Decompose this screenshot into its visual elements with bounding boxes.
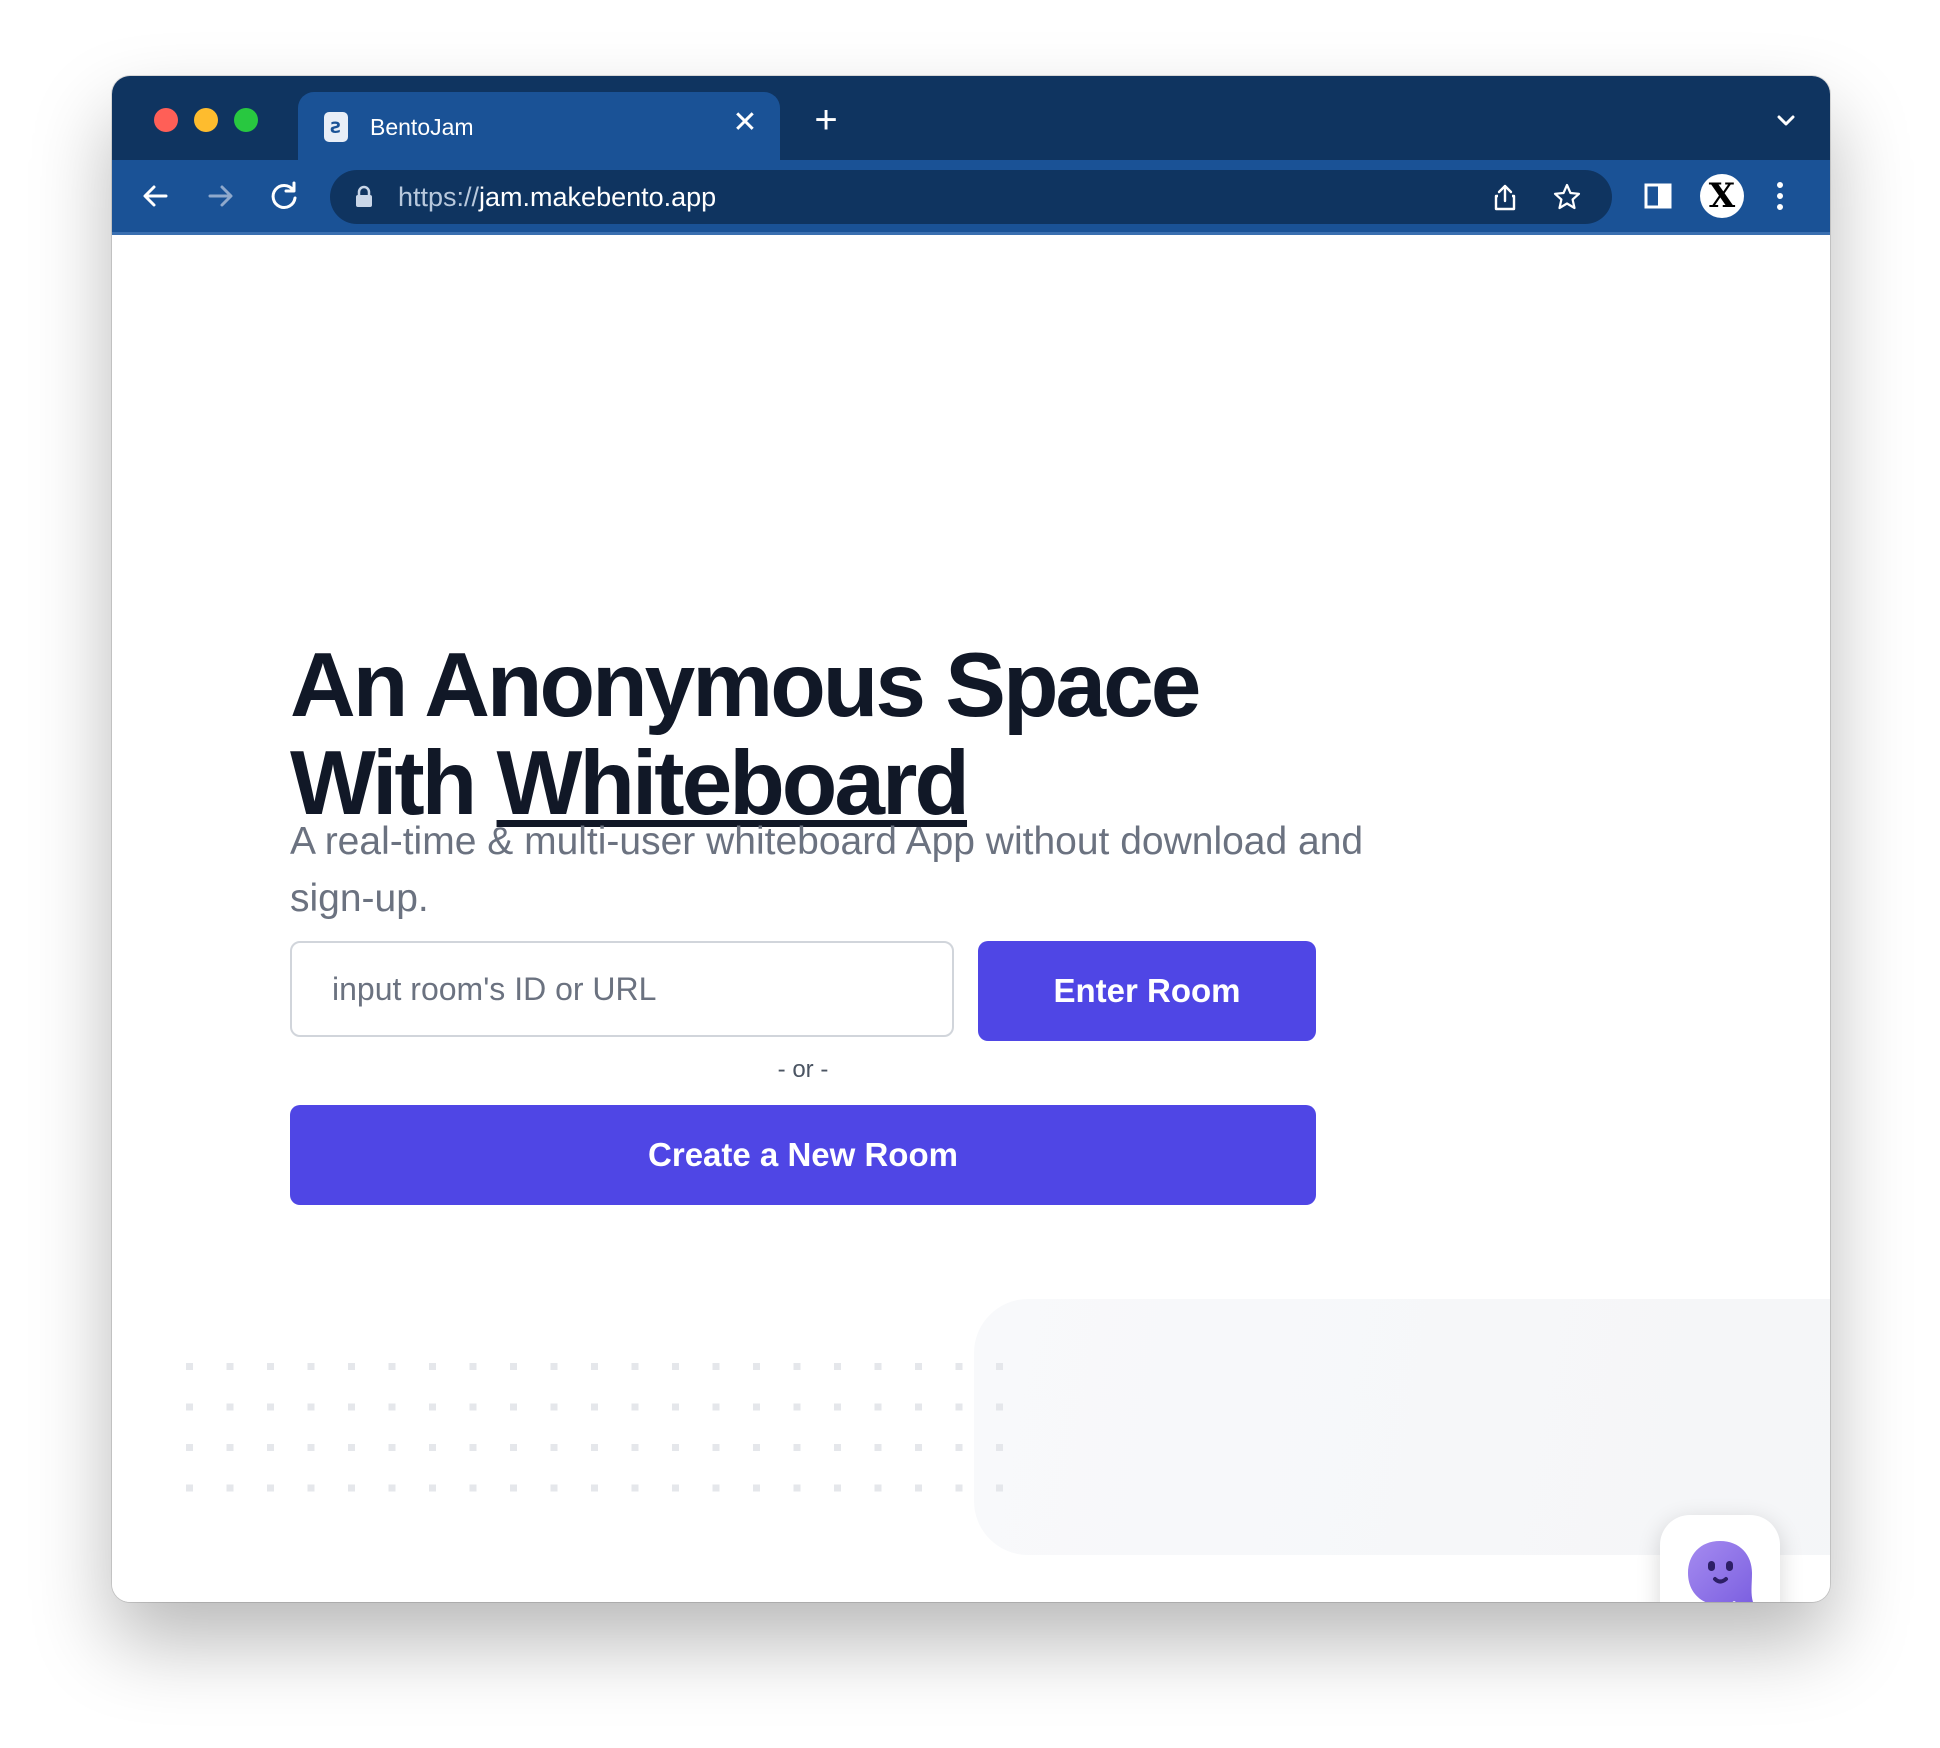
browser-tab-active[interactable]: Ƨ BentoJam ✕	[298, 92, 780, 160]
tab-title: BentoJam	[370, 114, 474, 140]
room-id-input[interactable]	[290, 941, 954, 1037]
or-separator: - or -	[777, 1056, 829, 1083]
new-tab-button[interactable]: +	[806, 100, 846, 140]
close-window-button[interactable]	[154, 108, 178, 132]
hero-subtitle: A real-time & multi-user whiteboard App …	[290, 820, 1364, 920]
hero-title: An Anonymous Space With Whiteboard	[290, 637, 1390, 833]
share-icon[interactable]	[1490, 182, 1520, 212]
minimize-window-button[interactable]	[194, 108, 218, 132]
create-room-button[interactable]: Create a New Room	[290, 1105, 1316, 1205]
chevron-down-icon[interactable]	[1772, 106, 1800, 134]
chat-launcher-button[interactable]	[1660, 1515, 1780, 1602]
reload-icon[interactable]	[266, 178, 302, 214]
dot-grid-decoration	[186, 1363, 1006, 1523]
kebab-menu-icon[interactable]	[1772, 178, 1788, 214]
browser-window: Ƨ BentoJam ✕ + https://jam.makebento.app	[112, 76, 1830, 1602]
enter-room-button[interactable]: Enter Room	[978, 941, 1316, 1041]
profile-avatar[interactable]: X	[1700, 174, 1744, 218]
side-panel-icon[interactable]	[1642, 180, 1674, 212]
url-scheme: https://	[398, 182, 480, 212]
star-icon[interactable]	[1552, 182, 1582, 212]
tab-strip: Ƨ BentoJam ✕ +	[112, 76, 1830, 160]
page-content: An Anonymous Space With Whiteboard A rea…	[112, 235, 1830, 1602]
lock-icon[interactable]	[354, 185, 374, 209]
close-tab-icon[interactable]: ✕	[730, 108, 760, 138]
bentojam-favicon-icon: Ƨ	[324, 112, 348, 142]
browser-toolbar: https://jam.makebento.app X	[112, 160, 1830, 235]
url-text[interactable]: https://jam.makebento.app	[398, 182, 716, 212]
hero-title-line-1: An Anonymous Space	[290, 635, 1201, 736]
arrow-left-icon[interactable]	[138, 178, 174, 214]
arrow-right-icon[interactable]	[202, 178, 238, 214]
url-host: jam.makebento.app	[479, 182, 717, 212]
chat-bubble-face-icon	[1688, 1541, 1754, 1602]
maximize-window-button[interactable]	[234, 108, 258, 132]
address-bar[interactable]: https://jam.makebento.app	[330, 170, 1612, 224]
